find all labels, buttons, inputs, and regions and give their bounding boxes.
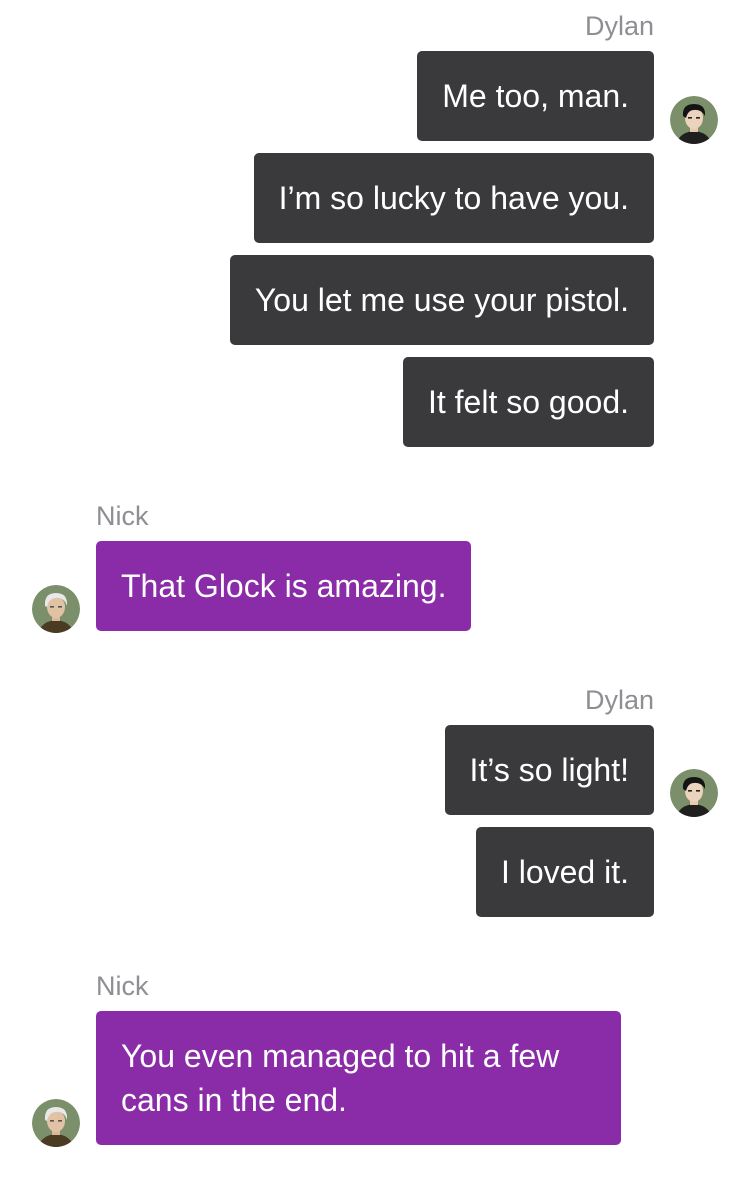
dylan-avatar-icon[interactable]: [670, 769, 718, 817]
sender-name-dylan: Dylan: [584, 685, 654, 715]
nick-avatar-icon[interactable]: [32, 1099, 80, 1147]
message-bubble[interactable]: Me too, man.: [417, 51, 654, 141]
message-bubble[interactable]: You let me use your pistol.: [229, 255, 654, 345]
message-bubble[interactable]: You even managed to hit a few cans in th…: [96, 1011, 621, 1145]
sender-name-dylan: Dylan: [584, 11, 654, 41]
sender-name-nick: Nick: [96, 971, 149, 1001]
message-bubble[interactable]: It’s so light!: [444, 725, 654, 815]
message-bubble[interactable]: That Glock is amazing.: [96, 541, 472, 631]
message-bubble[interactable]: I loved it.: [475, 827, 654, 917]
sender-name-nick: Nick: [96, 501, 149, 531]
message-bubble[interactable]: I’m so lucky to have you.: [253, 153, 654, 243]
dylan-avatar-icon[interactable]: [670, 96, 718, 144]
message-bubble[interactable]: It felt so good.: [402, 357, 654, 447]
nick-avatar-icon[interactable]: [32, 585, 80, 633]
